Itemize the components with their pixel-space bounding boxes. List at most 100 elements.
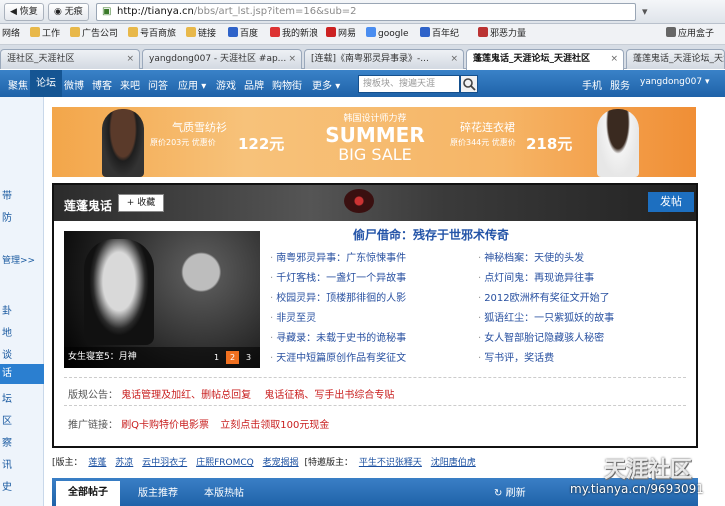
url-input[interactable]: ▣ http://tianya.cn/bbs/art_lst.jsp?item=… — [96, 3, 636, 21]
browser-tab[interactable]: 涯社区_天涯社区 × — [0, 49, 140, 69]
nav-shopping[interactable]: 购物街 — [272, 77, 302, 92]
banner-ad[interactable]: 气质雪纺衫 原价203元 优惠价 122元 韩国设计师力荐 SUMMER BIG… — [52, 107, 696, 177]
notice-link[interactable]: 鬼话管理及加红、删帖总回复 — [121, 390, 251, 401]
left-menu-item[interactable]: 带 — [0, 187, 44, 202]
slide-page[interactable]: 3 — [242, 351, 255, 364]
browser-tab[interactable]: yangdong007 - 天涯社区 #ap... × — [142, 49, 302, 69]
search-button[interactable] — [460, 75, 478, 93]
bookmark-item[interactable]: 邪恶力量 — [478, 27, 526, 42]
nav-mobile[interactable]: 手机 — [582, 77, 602, 92]
browser-tab[interactable]: [连载]《南粤邪灵异事录》-... × — [304, 49, 464, 69]
nav-weibo[interactable]: 微博 — [64, 77, 84, 92]
refresh-icon: ↻ — [494, 488, 503, 499]
notice-row: 版规公告： 鬼话管理及加红、删帖总回复 鬼话征稿、写手出书综合专贴 — [68, 386, 688, 401]
left-menu-item[interactable]: 史 — [0, 478, 44, 493]
left-menu-item[interactable]: 谈 — [0, 346, 44, 361]
left-menu-item[interactable]: 区 — [0, 412, 44, 427]
moderator-link[interactable]: 苏凉 — [115, 458, 133, 468]
moderator-link[interactable]: 庄熙FROMCQ — [196, 458, 254, 468]
topic-link[interactable]: 千灯客栈：一盏灯一个异故事 — [270, 269, 406, 284]
refresh-button[interactable]: ↻ 刷新 — [494, 484, 526, 499]
feature-title[interactable]: 偷尸借命：残存于世邪术传奇 — [266, 226, 596, 243]
left-menu-item[interactable]: 防 — [0, 209, 44, 224]
topic-link[interactable]: 2012欧洲杯有奖征文开始了 — [478, 289, 609, 304]
topic-link[interactable]: 寻藏录：未载于史书的诡秘事 — [270, 329, 406, 344]
bookmark-item[interactable]: 百度 — [228, 27, 258, 42]
left-menu-item[interactable]: 地 — [0, 324, 44, 339]
browser-tab[interactable]: 蓬莲鬼话_天涯论坛_天涯社区 — [626, 49, 725, 69]
board-panel: 莲蓬鬼话 + 收藏 发帖 女生寝室5：月神 1 2 3 偷尸借命：残存于世邪术传… — [52, 183, 698, 448]
promo-link[interactable]: 立刻点击领取100元现金 — [220, 420, 329, 431]
close-icon[interactable]: × — [126, 50, 134, 68]
topic-link[interactable]: 校园灵异：顶楼那徘徊的人影 — [270, 289, 406, 304]
notice-link[interactable]: 鬼话征稿、写手出书综合专贴 — [264, 390, 394, 401]
close-icon[interactable]: × — [288, 50, 296, 68]
banner-center-main: SUMMER — [325, 123, 425, 147]
left-menu-item[interactable]: 察 — [0, 434, 44, 449]
topic-link[interactable]: 神秘档案：天使的头发 — [478, 249, 584, 264]
bookmark-item[interactable]: google — [366, 27, 408, 42]
left-menu-item-selected[interactable]: 话 — [0, 364, 44, 384]
model-image-right — [597, 109, 639, 177]
favorite-button[interactable]: + 收藏 — [118, 194, 164, 212]
moderator-link[interactable]: 平生不识张释天 — [359, 458, 422, 468]
left-menu-manage[interactable]: 管理>> — [0, 253, 44, 266]
search-input[interactable]: 搜板块、搜遍天涯 — [358, 75, 460, 93]
left-menu-item[interactable]: 卦 — [0, 302, 44, 317]
bookmark-item[interactable]: 应用盒子 — [666, 27, 714, 42]
bookmark-item[interactable]: 网易 — [326, 27, 356, 42]
browser-tab-active[interactable]: 蓬莲鬼话_天涯论坛_天涯社区 × — [466, 49, 624, 70]
nav-brand[interactable]: 品牌 — [244, 77, 264, 92]
nav-focus[interactable]: 聚焦 — [8, 77, 28, 92]
new-post-button[interactable]: 发帖 — [648, 192, 694, 212]
tab-recommended[interactable]: 版主推荐 — [138, 484, 178, 499]
nav-more[interactable]: 更多 ▾ — [312, 77, 340, 92]
close-icon[interactable]: × — [450, 50, 458, 68]
sina-icon — [270, 27, 280, 37]
left-menu-item[interactable]: 坛 — [0, 390, 44, 405]
moderator-link[interactable]: 莲蓬 — [88, 458, 106, 468]
topic-link[interactable]: 写书评，奖话费 — [478, 349, 554, 364]
special-moderator-label: [特邀版主： — [304, 458, 353, 468]
banner-sale: 韩国设计师力荐 SUMMER BIG SALE — [320, 111, 430, 164]
skull-decoration — [344, 189, 374, 213]
dropdown-icon[interactable]: ▾ — [642, 5, 656, 19]
bookmark-item[interactable]: 网络 — [2, 27, 20, 42]
bookmark-item[interactable]: 号百商旅 — [128, 27, 176, 42]
left-menu-item[interactable]: 讯 — [0, 456, 44, 471]
topic-link[interactable]: 天涯中短篇原创作品有奖征文 — [270, 349, 406, 364]
topic-link[interactable]: 点灯间鬼：再现诡异往事 — [478, 269, 594, 284]
nav-blog[interactable]: 博客 — [92, 77, 112, 92]
promo-link[interactable]: 刷Q卡购特价电影票 — [121, 420, 209, 431]
restore-button[interactable]: ◀ 恢复 — [4, 3, 44, 21]
slide-page-active[interactable]: 2 — [226, 351, 239, 364]
nav-games[interactable]: 游戏 — [216, 77, 236, 92]
topic-link[interactable]: 女人智部胎记隐藏骇人秘密 — [478, 329, 604, 344]
user-menu[interactable]: yangdong007 ▾ — [640, 77, 709, 87]
topic-link[interactable]: 南粤邪灵异事：广东惊悚事件 — [270, 249, 406, 264]
nav-laiba[interactable]: 来吧 — [120, 77, 140, 92]
moderator-link[interactable]: 老宠揭揭 — [263, 458, 299, 468]
tab-all-posts[interactable]: 全部帖子 — [56, 481, 120, 506]
moderator-link[interactable]: 沈阳唐伯虎 — [431, 458, 476, 468]
feature-image[interactable]: 女生寝室5：月神 1 2 3 — [64, 231, 260, 368]
nav-apps[interactable]: 应用 ▾ — [178, 77, 206, 92]
bookmark-item[interactable]: 工作 — [30, 27, 60, 42]
nav-forum[interactable]: 论坛 — [30, 70, 62, 97]
close-icon[interactable]: × — [610, 50, 618, 68]
promo-label: 推广链接： — [68, 420, 118, 431]
topic-link[interactable]: 非灵至灵 — [270, 309, 316, 324]
topic-link[interactable]: 狐语红尘：一只紫狐妖的故事 — [478, 309, 614, 324]
banner-center-sub: BIG SALE — [338, 145, 412, 164]
tab-hot-posts[interactable]: 本版热帖 — [204, 484, 244, 499]
bookmark-item[interactable]: 链接 — [186, 27, 216, 42]
nav-qa[interactable]: 问答 — [148, 77, 168, 92]
incognito-button[interactable]: ◉ 无痕 — [48, 3, 89, 21]
slide-page[interactable]: 1 — [210, 351, 223, 364]
bookmark-item[interactable]: 我的新浪 — [270, 27, 318, 42]
bookmark-item[interactable]: 广告公司 — [70, 27, 118, 42]
nav-service[interactable]: 服务 — [610, 77, 630, 92]
moderator-link[interactable]: 云中羽衣子 — [142, 458, 187, 468]
bookmark-item[interactable]: 百年纪 — [420, 27, 459, 42]
moderator-label: [版主： — [52, 458, 83, 468]
